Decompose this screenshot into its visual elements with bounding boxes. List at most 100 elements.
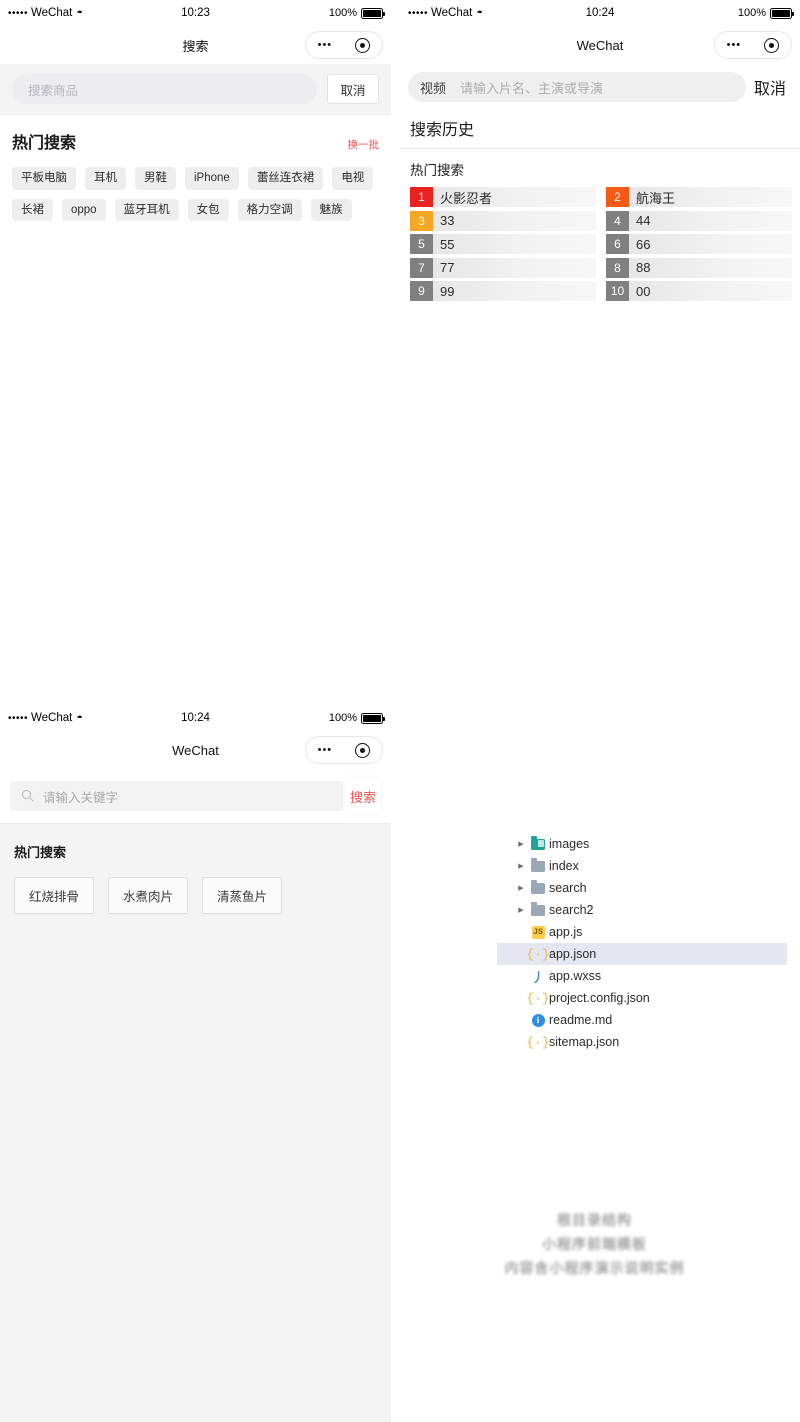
hot-search-tag[interactable]: 电视: [332, 167, 373, 190]
rank-item-label: 00: [629, 284, 650, 299]
file-tree-label: app.js: [549, 925, 582, 939]
rank-badge: 7: [410, 258, 433, 278]
chevron-right-icon[interactable]: ▶: [515, 840, 527, 848]
search-input[interactable]: 视频 请输入片名、主演或导演: [408, 72, 746, 102]
file-tree-row[interactable]: {·}project.config.json: [497, 987, 787, 1009]
wechat-capsule[interactable]: •••: [714, 31, 792, 59]
hot-rank-item[interactable]: 444: [606, 211, 792, 231]
close-target-icon[interactable]: [764, 38, 779, 53]
rank-badge: 1: [410, 187, 433, 207]
file-tree-row[interactable]: 丿app.wxss: [497, 965, 787, 987]
folder-icon: [527, 905, 549, 916]
more-dots-icon[interactable]: •••: [318, 744, 333, 756]
hot-search-tag[interactable]: 蓝牙耳机: [115, 199, 179, 222]
hot-search-title: 热门搜索: [410, 159, 792, 179]
chevron-right-icon[interactable]: ▶: [515, 906, 527, 914]
search-scope-label[interactable]: 视频: [420, 78, 446, 97]
hot-search-title: 热门搜索: [12, 129, 76, 153]
refresh-batch-link[interactable]: 换一批: [348, 137, 380, 152]
hot-search-tag[interactable]: 蕾丝连衣裙: [248, 167, 324, 190]
close-target-icon[interactable]: [355, 38, 370, 53]
rank-item-label: 航海王: [629, 188, 675, 207]
hot-search-tag[interactable]: 格力空调: [238, 199, 302, 222]
wechat-capsule[interactable]: •••: [305, 31, 383, 59]
file-tree-row[interactable]: ▶ index: [497, 855, 787, 877]
hot-search-section: 热门搜索 换一批 平板电脑耳机男鞋 iPhone 蕾丝连衣裙电视长裙 oppo 蓝牙耳机…: [0, 115, 391, 221]
hot-search-section: 热门搜索 1火影忍者 2航海王 333 444 555 666 777 888 999 1000: [400, 149, 800, 305]
hot-rank-item[interactable]: 999: [410, 281, 596, 301]
nav-bar: WeChat •••: [0, 731, 391, 769]
file-tree-row[interactable]: {·}sitemap.json: [497, 1031, 787, 1053]
file-tree-row[interactable]: ▶ search2: [497, 899, 787, 921]
panel-keyword-search: ••••• WeChat ◓ 10:24 100% WeChat ••• 请输入…: [0, 705, 391, 1422]
panel-product-search: ••••• WeChat ◓ 10:23 100% 搜索 ••• 搜索商品 取消: [0, 0, 391, 700]
chevron-right-icon[interactable]: ▶: [515, 884, 527, 892]
wechat-capsule[interactable]: •••: [305, 736, 383, 764]
hot-search-tag[interactable]: 清蒸鱼片: [202, 877, 282, 914]
hot-rank-item[interactable]: 666: [606, 234, 792, 254]
hot-rank-item[interactable]: 555: [410, 234, 596, 254]
hot-search-tag[interactable]: 长裙: [12, 199, 53, 222]
hot-search-rank-list: 1火影忍者 2航海王 333 444 555 666 777 888 999 1000: [410, 187, 792, 305]
rank-badge: 8: [606, 258, 629, 278]
more-dots-icon[interactable]: •••: [318, 39, 333, 51]
js-file-icon: JS: [527, 926, 549, 939]
rank-badge: 2: [606, 187, 629, 207]
file-tree-row[interactable]: JSapp.js: [497, 921, 787, 943]
file-tree-row[interactable]: ▶ images: [497, 833, 787, 855]
close-target-icon[interactable]: [355, 743, 370, 758]
more-dots-icon[interactable]: •••: [727, 39, 742, 51]
file-tree-row[interactable]: {·}app.json: [497, 943, 787, 965]
hot-search-tag[interactable]: 女包: [188, 199, 229, 222]
search-input[interactable]: 搜索商品: [12, 74, 317, 104]
rank-badge: 4: [606, 211, 629, 231]
hot-search-tag[interactable]: 平板电脑: [12, 167, 76, 190]
hot-search-tag[interactable]: 水煮肉片: [108, 877, 188, 914]
hot-search-tag[interactable]: 红烧排骨: [14, 877, 94, 914]
hot-rank-item[interactable]: 777: [410, 258, 596, 278]
hot-search-tag[interactable]: iPhone: [185, 167, 239, 190]
rank-badge: 6: [606, 234, 629, 254]
search-bar: 请输入关键字 搜索: [0, 769, 391, 824]
file-tree-label: search: [549, 881, 587, 895]
search-bar: 搜索商品 取消: [0, 64, 391, 115]
hot-search-tag[interactable]: 男鞋: [135, 167, 176, 190]
status-bar: ••••• WeChat ◓ 10:24 100%: [0, 705, 391, 731]
status-time: 10:24: [400, 7, 800, 19]
search-button[interactable]: 搜索: [345, 778, 381, 814]
screenshot-stage: ••••• WeChat ◓ 10:23 100% 搜索 ••• 搜索商品 取消: [0, 0, 800, 1422]
search-history-title: 搜索历史: [400, 110, 800, 148]
rank-badge: 9: [410, 281, 433, 301]
file-tree-row[interactable]: ▶ search: [497, 877, 787, 899]
hot-rank-item[interactable]: 1000: [606, 281, 792, 301]
watermark-line-1: 根目录结构: [557, 1210, 632, 1230]
cancel-button[interactable]: 取消: [327, 74, 379, 104]
hot-search-tag[interactable]: 耳机: [85, 167, 126, 190]
json-file-icon: {·}: [527, 947, 549, 962]
file-tree-label: app.wxss: [549, 969, 601, 983]
hot-search-tag[interactable]: oppo: [62, 199, 106, 222]
battery-icon: [770, 8, 792, 19]
cancel-button[interactable]: 取消: [754, 75, 790, 99]
chevron-right-icon[interactable]: ▶: [515, 862, 527, 870]
hot-rank-item[interactable]: 333: [410, 211, 596, 231]
file-tree-label: index: [549, 859, 579, 873]
file-tree-label: images: [549, 837, 589, 851]
file-tree-row[interactable]: ireadme.md: [497, 1009, 787, 1031]
battery-icon: [361, 8, 383, 19]
search-placeholder: 请输入片名、主演或导演: [460, 78, 603, 97]
search-input[interactable]: 请输入关键字: [10, 781, 343, 811]
hot-rank-item[interactable]: 1火影忍者: [410, 187, 596, 207]
hot-search-tag[interactable]: 魅族: [311, 199, 352, 222]
rank-item-label: 99: [433, 284, 454, 299]
hot-rank-item[interactable]: 2航海王: [606, 187, 792, 207]
rank-badge: 10: [606, 281, 629, 301]
rank-item-label: 88: [629, 260, 650, 275]
json-file-icon: {·}: [527, 991, 549, 1006]
file-tree-label: search2: [549, 903, 593, 917]
folder-icon: [527, 883, 549, 894]
hot-rank-item[interactable]: 888: [606, 258, 792, 278]
search-bar: 视频 请输入片名、主演或导演 取消: [400, 64, 800, 110]
rank-badge: 5: [410, 234, 433, 254]
file-tree-label: project.config.json: [549, 991, 650, 1005]
